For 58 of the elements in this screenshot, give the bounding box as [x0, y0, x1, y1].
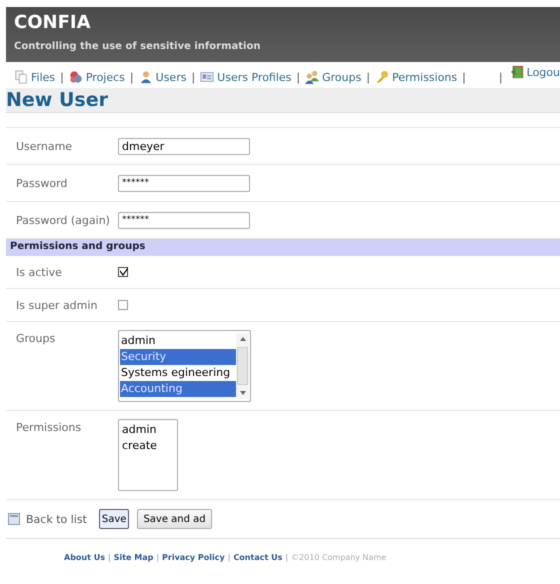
- exit-door-icon[interactable]: [510, 65, 524, 79]
- scroll-down-icon[interactable]: [238, 389, 246, 397]
- nav-link[interactable]: Groups: [322, 70, 362, 84]
- field-label: Password (again): [15, 214, 111, 226]
- field-label: Permissions: [15, 420, 82, 434]
- checkbox[interactable]: [118, 267, 128, 277]
- separator-text: |: [60, 70, 64, 84]
- separator-text: |: [296, 70, 300, 84]
- list-option[interactable]: Systems egineering: [120, 365, 236, 381]
- logout-link[interactable]: Logou: [526, 66, 560, 78]
- field-label: Is active: [15, 266, 63, 278]
- multi-select-list[interactable]: admin Security Systems egineering Accounting: [118, 330, 251, 402]
- files-icon[interactable]: [14, 70, 28, 84]
- section-header: Permissions and groups: [6, 239, 560, 256]
- footer-link[interactable]: Site Map: [114, 553, 154, 562]
- multi-select-list[interactable]: admin create: [118, 419, 178, 491]
- checkbox[interactable]: [118, 300, 128, 310]
- field-label: Groups: [15, 331, 56, 345]
- nav-link[interactable]: Permissions: [392, 70, 458, 84]
- list-option[interactable]: Security: [120, 349, 236, 365]
- field-label: Password: [15, 176, 68, 190]
- separator-text: |: [498, 70, 503, 84]
- footer-link[interactable]: About Us: [64, 553, 105, 562]
- list-option[interactable]: Accounting: [120, 381, 236, 397]
- page-title: New User: [6, 88, 108, 112]
- scrollbar[interactable]: [236, 333, 249, 399]
- separator-text: |: [108, 553, 111, 562]
- save-button[interactable]: Save: [98, 509, 130, 529]
- field-label: Username: [15, 140, 74, 152]
- separator-text: |: [130, 70, 134, 84]
- separator-text: |: [191, 70, 196, 84]
- separator-text: |: [366, 70, 370, 84]
- id-card-icon[interactable]: [200, 70, 214, 84]
- site-subtitle: Controlling the use of sensitive information: [14, 41, 260, 52]
- list-option[interactable]: admin: [120, 333, 236, 349]
- list-option[interactable]: admin: [121, 422, 175, 438]
- scroll-up-icon[interactable]: [238, 335, 246, 343]
- site-title: CONFIA: [14, 13, 90, 33]
- nav-link[interactable]: Projecs: [86, 70, 125, 84]
- separator-text: |: [156, 553, 160, 562]
- input-field[interactable]: dmeyer: [118, 138, 250, 154]
- footer-link[interactable]: Contact Us: [233, 553, 282, 562]
- save-button[interactable]: Save and ad: [137, 509, 212, 529]
- separator-text: |: [462, 70, 466, 84]
- input-field[interactable]: ******: [118, 174, 250, 192]
- separator-text: |: [228, 553, 230, 562]
- user-icon[interactable]: [138, 70, 153, 84]
- footer-link[interactable]: Privacy Policy: [162, 553, 225, 562]
- back-link[interactable]: Back to list: [26, 512, 87, 526]
- list-option[interactable]: create: [121, 438, 175, 454]
- nav-link[interactable]: Users: [156, 70, 186, 84]
- input-field[interactable]: ******: [118, 212, 250, 228]
- group-icon[interactable]: [305, 70, 320, 84]
- nav-link[interactable]: Files: [31, 70, 56, 84]
- separator-text: |: [285, 553, 288, 562]
- field-label: Is super admin: [15, 298, 98, 312]
- copyright-text: ©2010 Company Name: [291, 553, 386, 562]
- nav-link[interactable]: Users Profiles: [217, 70, 292, 84]
